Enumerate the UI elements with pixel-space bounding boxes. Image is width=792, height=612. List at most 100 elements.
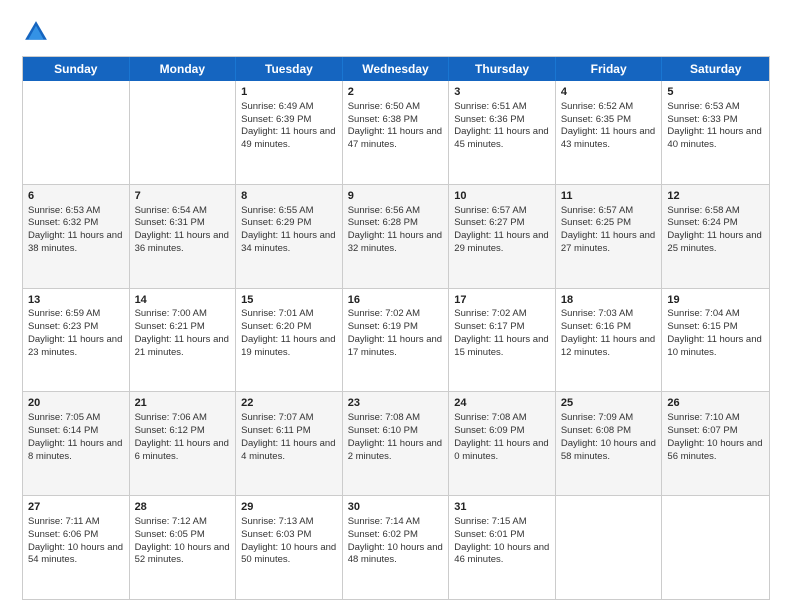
- calendar-row-2: 13Sunrise: 6:59 AMSunset: 6:23 PMDayligh…: [23, 288, 769, 392]
- day-info: Daylight: 11 hours and 47 minutes.: [348, 126, 444, 152]
- day-info: Sunrise: 6:49 AM: [241, 101, 337, 114]
- empty-cell-4-6: [662, 496, 769, 599]
- day-info: Sunrise: 7:04 AM: [667, 308, 764, 321]
- day-info: Sunset: 6:06 PM: [28, 529, 124, 542]
- day-info: Daylight: 10 hours and 54 minutes.: [28, 542, 124, 568]
- day-number: 23: [348, 396, 444, 411]
- day-info: Daylight: 10 hours and 56 minutes.: [667, 438, 764, 464]
- day-info: Sunrise: 7:02 AM: [454, 308, 550, 321]
- day-number: 4: [561, 85, 657, 100]
- day-info: Daylight: 11 hours and 36 minutes.: [135, 230, 231, 256]
- day-info: Sunrise: 7:15 AM: [454, 516, 550, 529]
- day-cell-18: 18Sunrise: 7:03 AMSunset: 6:16 PMDayligh…: [556, 289, 663, 392]
- day-info: Sunrise: 6:57 AM: [454, 205, 550, 218]
- day-cell-4: 4Sunrise: 6:52 AMSunset: 6:35 PMDaylight…: [556, 81, 663, 184]
- day-info: Daylight: 11 hours and 34 minutes.: [241, 230, 337, 256]
- day-info: Daylight: 11 hours and 8 minutes.: [28, 438, 124, 464]
- day-info: Sunset: 6:33 PM: [667, 114, 764, 127]
- day-number: 15: [241, 293, 337, 308]
- day-info: Sunrise: 7:11 AM: [28, 516, 124, 529]
- day-info: Sunset: 6:23 PM: [28, 321, 124, 334]
- header-cell-wednesday: Wednesday: [343, 57, 450, 81]
- empty-cell-0-1: [130, 81, 237, 184]
- day-info: Sunrise: 7:06 AM: [135, 412, 231, 425]
- calendar: SundayMondayTuesdayWednesdayThursdayFrid…: [22, 56, 770, 600]
- day-cell-30: 30Sunrise: 7:14 AMSunset: 6:02 PMDayligh…: [343, 496, 450, 599]
- day-info: Daylight: 11 hours and 43 minutes.: [561, 126, 657, 152]
- day-number: 25: [561, 396, 657, 411]
- day-number: 8: [241, 189, 337, 204]
- day-info: Daylight: 11 hours and 29 minutes.: [454, 230, 550, 256]
- logo-icon: [22, 18, 50, 46]
- header-cell-sunday: Sunday: [23, 57, 130, 81]
- day-info: Sunset: 6:32 PM: [28, 217, 124, 230]
- day-info: Daylight: 11 hours and 32 minutes.: [348, 230, 444, 256]
- header-cell-friday: Friday: [556, 57, 663, 81]
- day-cell-3: 3Sunrise: 6:51 AMSunset: 6:36 PMDaylight…: [449, 81, 556, 184]
- day-info: Daylight: 11 hours and 10 minutes.: [667, 334, 764, 360]
- day-info: Sunset: 6:31 PM: [135, 217, 231, 230]
- day-number: 6: [28, 189, 124, 204]
- day-number: 19: [667, 293, 764, 308]
- day-number: 20: [28, 396, 124, 411]
- day-info: Sunrise: 6:53 AM: [667, 101, 764, 114]
- day-info: Daylight: 10 hours and 50 minutes.: [241, 542, 337, 568]
- day-cell-26: 26Sunrise: 7:10 AMSunset: 6:07 PMDayligh…: [662, 392, 769, 495]
- day-number: 31: [454, 500, 550, 515]
- day-info: Sunrise: 6:58 AM: [667, 205, 764, 218]
- day-number: 10: [454, 189, 550, 204]
- day-info: Sunset: 6:11 PM: [241, 425, 337, 438]
- day-info: Daylight: 11 hours and 17 minutes.: [348, 334, 444, 360]
- calendar-row-4: 27Sunrise: 7:11 AMSunset: 6:06 PMDayligh…: [23, 495, 769, 599]
- day-info: Sunrise: 7:01 AM: [241, 308, 337, 321]
- day-info: Sunset: 6:17 PM: [454, 321, 550, 334]
- calendar-row-1: 6Sunrise: 6:53 AMSunset: 6:32 PMDaylight…: [23, 184, 769, 288]
- day-number: 21: [135, 396, 231, 411]
- day-info: Sunset: 6:08 PM: [561, 425, 657, 438]
- day-number: 18: [561, 293, 657, 308]
- day-cell-20: 20Sunrise: 7:05 AMSunset: 6:14 PMDayligh…: [23, 392, 130, 495]
- day-number: 12: [667, 189, 764, 204]
- day-info: Daylight: 10 hours and 58 minutes.: [561, 438, 657, 464]
- header-cell-saturday: Saturday: [662, 57, 769, 81]
- day-cell-13: 13Sunrise: 6:59 AMSunset: 6:23 PMDayligh…: [23, 289, 130, 392]
- day-number: 2: [348, 85, 444, 100]
- day-info: Sunset: 6:21 PM: [135, 321, 231, 334]
- day-cell-17: 17Sunrise: 7:02 AMSunset: 6:17 PMDayligh…: [449, 289, 556, 392]
- day-cell-19: 19Sunrise: 7:04 AMSunset: 6:15 PMDayligh…: [662, 289, 769, 392]
- day-cell-10: 10Sunrise: 6:57 AMSunset: 6:27 PMDayligh…: [449, 185, 556, 288]
- calendar-header-row: SundayMondayTuesdayWednesdayThursdayFrid…: [23, 57, 769, 81]
- day-info: Sunrise: 7:02 AM: [348, 308, 444, 321]
- day-info: Daylight: 11 hours and 25 minutes.: [667, 230, 764, 256]
- day-cell-22: 22Sunrise: 7:07 AMSunset: 6:11 PMDayligh…: [236, 392, 343, 495]
- day-info: Sunset: 6:35 PM: [561, 114, 657, 127]
- day-info: Sunrise: 6:56 AM: [348, 205, 444, 218]
- day-cell-23: 23Sunrise: 7:08 AMSunset: 6:10 PMDayligh…: [343, 392, 450, 495]
- empty-cell-4-5: [556, 496, 663, 599]
- day-info: Sunset: 6:24 PM: [667, 217, 764, 230]
- day-info: Sunset: 6:05 PM: [135, 529, 231, 542]
- day-cell-29: 29Sunrise: 7:13 AMSunset: 6:03 PMDayligh…: [236, 496, 343, 599]
- day-info: Daylight: 11 hours and 27 minutes.: [561, 230, 657, 256]
- logo: [22, 18, 54, 46]
- day-info: Daylight: 11 hours and 40 minutes.: [667, 126, 764, 152]
- calendar-body: 1Sunrise: 6:49 AMSunset: 6:39 PMDaylight…: [23, 81, 769, 599]
- day-number: 13: [28, 293, 124, 308]
- day-number: 22: [241, 396, 337, 411]
- day-info: Daylight: 11 hours and 38 minutes.: [28, 230, 124, 256]
- day-info: Sunrise: 7:08 AM: [348, 412, 444, 425]
- day-info: Sunrise: 6:57 AM: [561, 205, 657, 218]
- day-info: Sunrise: 7:14 AM: [348, 516, 444, 529]
- day-cell-7: 7Sunrise: 6:54 AMSunset: 6:31 PMDaylight…: [130, 185, 237, 288]
- day-info: Daylight: 11 hours and 12 minutes.: [561, 334, 657, 360]
- day-info: Sunrise: 7:07 AM: [241, 412, 337, 425]
- day-info: Sunrise: 6:54 AM: [135, 205, 231, 218]
- day-info: Sunset: 6:29 PM: [241, 217, 337, 230]
- day-info: Daylight: 11 hours and 23 minutes.: [28, 334, 124, 360]
- header-cell-monday: Monday: [130, 57, 237, 81]
- day-number: 7: [135, 189, 231, 204]
- day-cell-5: 5Sunrise: 6:53 AMSunset: 6:33 PMDaylight…: [662, 81, 769, 184]
- header: [22, 18, 770, 46]
- day-number: 5: [667, 85, 764, 100]
- header-cell-tuesday: Tuesday: [236, 57, 343, 81]
